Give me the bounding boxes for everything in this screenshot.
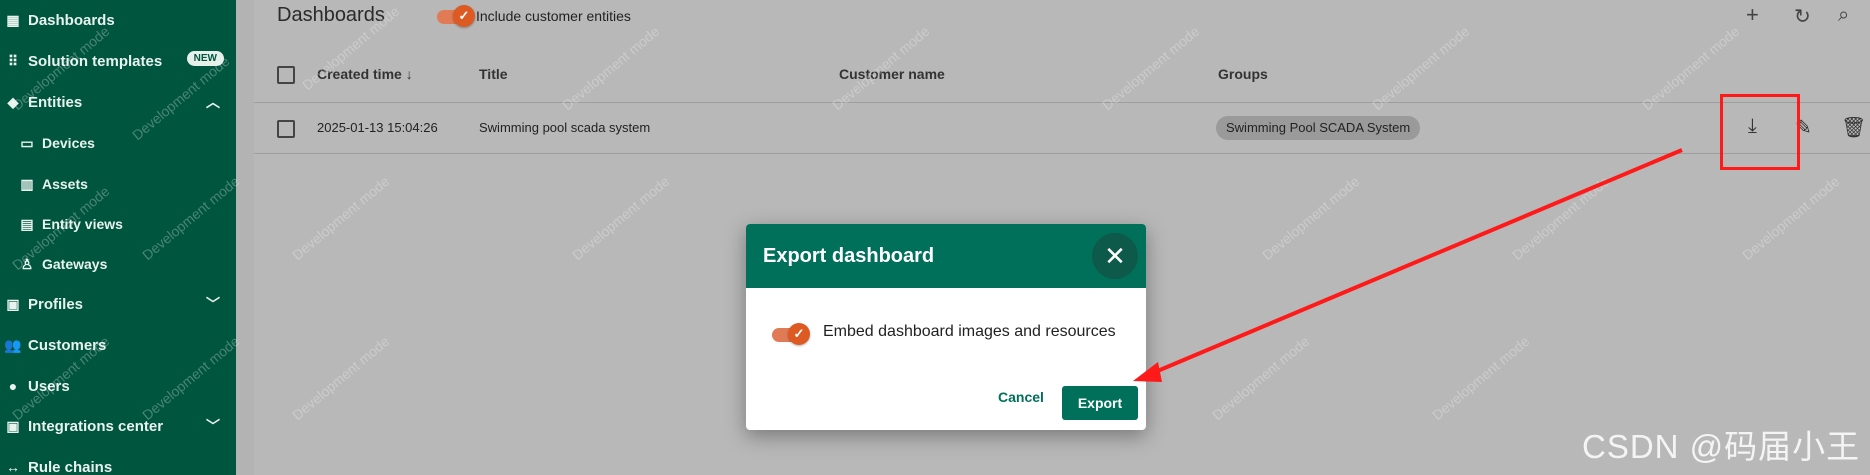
arrow-head: [1133, 362, 1162, 382]
arrow-line: [1147, 148, 1683, 377]
source-watermark: CSDN @码届小王: [1582, 428, 1861, 465]
annotation-arrow: [1133, 148, 1683, 382]
